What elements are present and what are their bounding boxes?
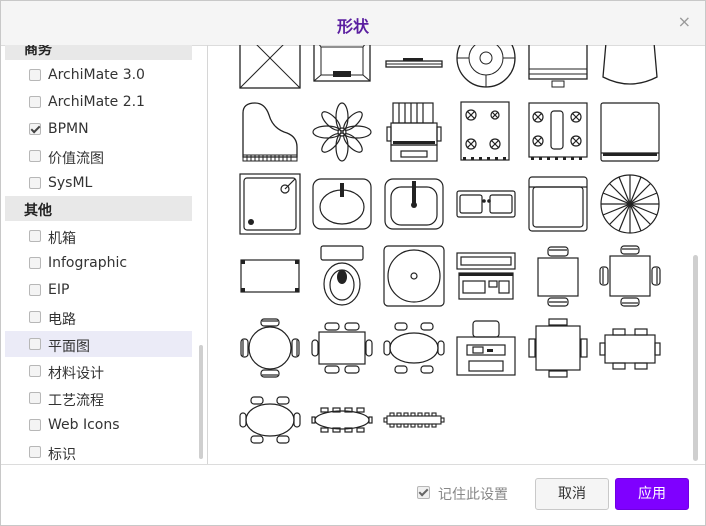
infographic-checkbox[interactable] <box>29 257 41 269</box>
square-table-shape[interactable] <box>599 245 661 307</box>
section-header-other: 其他 <box>5 196 192 221</box>
library-item-label: ArchiMate 2.1 <box>48 94 145 110</box>
dialog-footer: 记住此设置 取消 应用 <box>1 464 705 526</box>
eip-checkbox[interactable] <box>29 284 41 296</box>
shape-library-list[interactable]: 商务 ArchiMate 3.0 ArchiMate 2.1 BPMN 价值流图… <box>5 45 208 464</box>
square-sink-shape[interactable] <box>383 173 445 235</box>
round-sink-shape[interactable] <box>383 245 445 307</box>
process-flow-checkbox[interactable] <box>29 392 41 404</box>
library-item-label: SysML <box>48 175 93 191</box>
library-item-archimate-3[interactable]: ArchiMate 3.0 <box>5 62 192 88</box>
long-table-shape[interactable] <box>311 389 373 451</box>
library-item-label: 价值流图 <box>48 151 104 167</box>
library-item-value-stream[interactable]: 价值流图 <box>5 143 192 169</box>
library-item-label: 材料设计 <box>48 366 104 382</box>
rug-shape[interactable] <box>239 245 301 307</box>
double-sink-shape[interactable] <box>455 173 517 235</box>
copier-shape[interactable] <box>383 101 445 163</box>
archimate-3-checkbox[interactable] <box>29 69 41 81</box>
dialog-title: 形状 <box>336 17 369 36</box>
library-item-label: EIP <box>48 282 70 298</box>
signs-checkbox[interactable] <box>29 446 41 458</box>
library-item-sysml[interactable]: SysML <box>5 170 192 196</box>
bpmn-checkbox[interactable] <box>29 123 41 135</box>
material-design-checkbox[interactable] <box>29 365 41 377</box>
shower-shape[interactable] <box>239 173 301 235</box>
toilet-shape[interactable] <box>311 245 373 307</box>
floorplan-checkbox[interactable] <box>29 338 41 350</box>
close-icon[interactable]: × <box>678 12 691 31</box>
archimate-2-checkbox[interactable] <box>29 96 41 108</box>
round-table-shape[interactable] <box>239 317 301 379</box>
library-item-label: 平面图 <box>48 339 90 355</box>
bathtub-shape[interactable] <box>527 173 589 235</box>
library-item-floorplan[interactable]: 平面图 <box>5 331 192 357</box>
desk-shape[interactable] <box>455 317 517 379</box>
rect-table-shape[interactable] <box>311 317 373 379</box>
remember-checkbox[interactable] <box>417 486 430 499</box>
oval-table-shape[interactable] <box>383 317 445 379</box>
fridge-shape[interactable] <box>599 101 661 163</box>
dartboard-shape[interactable] <box>455 45 517 89</box>
shape-preview-panel[interactable] <box>208 45 704 464</box>
library-item-process-flow[interactable]: 工艺流程 <box>5 385 192 411</box>
sidebar-scrollbar[interactable] <box>199 345 203 459</box>
web-icons-checkbox[interactable] <box>29 419 41 431</box>
rack-checkbox[interactable] <box>29 230 41 242</box>
oval-sink-shape[interactable] <box>311 173 373 235</box>
library-item-eip[interactable]: EIP <box>5 277 192 303</box>
piano-shape[interactable] <box>239 101 301 163</box>
library-item-label: 机箱 <box>48 231 76 247</box>
table-2-shape[interactable] <box>599 317 661 379</box>
library-item-label: Web Icons <box>48 417 120 433</box>
library-item-archimate-2[interactable]: ArchiMate 2.1 <box>5 89 192 115</box>
library-item-signs[interactable]: 标识 <box>5 439 192 464</box>
chair-shape[interactable] <box>599 45 661 89</box>
library-item-label: 工艺流程 <box>48 393 104 409</box>
stair-shape[interactable] <box>311 45 373 89</box>
section-header-business: 商务 <box>5 45 192 60</box>
library-item-infographic[interactable]: Infographic <box>5 250 192 276</box>
library-item-circuit[interactable]: 电路 <box>5 304 192 330</box>
laptop-shape[interactable] <box>527 45 589 89</box>
range-shape[interactable] <box>527 101 589 163</box>
crossed-box-shape[interactable] <box>239 45 301 89</box>
small-table-shape[interactable] <box>527 245 589 307</box>
library-item-bpmn[interactable]: BPMN <box>5 116 192 142</box>
shapes-dialog: 形状 × 商务 ArchiMate 3.0 ArchiMate 2.1 BPMN… <box>0 0 706 526</box>
apply-button[interactable]: 应用 <box>615 478 689 510</box>
circuit-checkbox[interactable] <box>29 311 41 323</box>
cancel-button[interactable]: 取消 <box>535 478 609 510</box>
library-item-label: 电路 <box>48 312 76 328</box>
library-item-label: ArchiMate 3.0 <box>48 67 145 83</box>
umbrella-shape[interactable] <box>599 173 661 235</box>
library-item-material-design[interactable]: 材料设计 <box>5 358 192 384</box>
library-item-label: Infographic <box>48 255 128 271</box>
table-4-shape[interactable] <box>527 317 589 379</box>
shapes-scrollbar[interactable] <box>693 255 698 461</box>
oval-table-small-shape[interactable] <box>239 389 301 451</box>
stove-shape[interactable] <box>455 101 517 163</box>
sysml-checkbox[interactable] <box>29 177 41 189</box>
banquet-table-shape[interactable] <box>383 389 445 451</box>
dresser-shape[interactable] <box>455 245 517 307</box>
library-item-label: BPMN <box>48 121 89 137</box>
plant-shape[interactable] <box>311 101 373 163</box>
dialog-titlebar: 形状 × <box>1 1 705 46</box>
value-stream-checkbox[interactable] <box>29 150 41 162</box>
library-item-rack[interactable]: 机箱 <box>5 223 192 249</box>
library-item-web-icons[interactable]: Web Icons <box>5 412 192 438</box>
shelf-shape[interactable] <box>383 45 445 89</box>
remember-label: 记住此设置 <box>438 487 508 503</box>
library-item-label: 标识 <box>48 447 76 463</box>
